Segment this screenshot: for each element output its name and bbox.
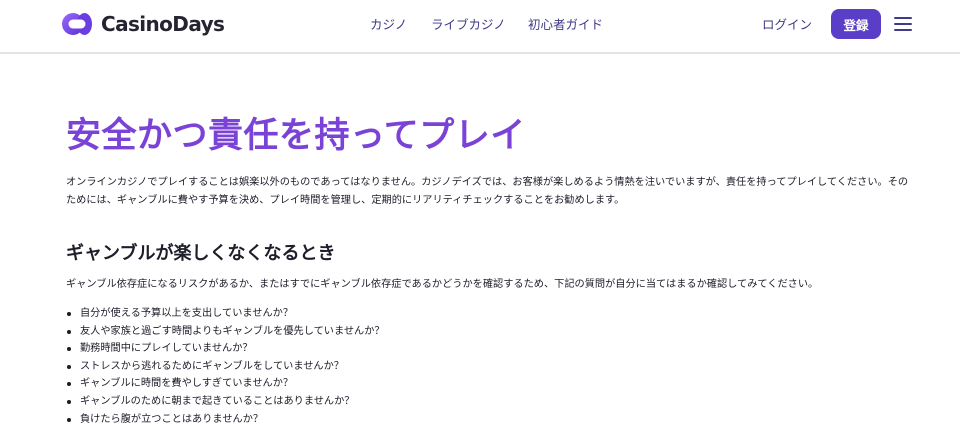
question-text: 自分が使える予算以上を支出していませんか？ <box>80 308 294 319</box>
question-text: 負けたら腹が立つことはありませんか？ <box>80 413 264 424</box>
bullet-icon <box>67 329 71 334</box>
nav-link-beginners-guide[interactable]: 初心者ガイド <box>528 16 603 34</box>
bullet-icon <box>67 347 71 352</box>
main-nav: カジノ ライブカジノ 初心者ガイド ログイン <box>0 16 960 36</box>
hamburger-menu-icon[interactable] <box>892 15 914 33</box>
register-button[interactable]: 登録 <box>831 9 881 39</box>
question-text: 友人や家族と過ごす時間よりもギャンブルを優先していませんか？ <box>80 325 385 337</box>
page-title: 安全かつ責任を持ってプレイ <box>66 116 526 156</box>
bullet-icon <box>67 417 71 422</box>
site-header: CasinoDays カジノ ライブカジノ 初心者ガイド ログイン 登録 <box>0 0 960 54</box>
bullet-icon <box>67 364 71 369</box>
bullet-icon <box>67 312 71 316</box>
question-text: 勤務時間中にプレイしていませんか？ <box>80 343 253 355</box>
menu-line <box>894 29 912 31</box>
nav-link-live-casino[interactable]: ライブカジノ <box>431 16 506 34</box>
section-intro-paragraph: ギャンブル依存症になるリスクがあるか、またはすでにギャンブル依存症であるかどうか… <box>66 279 819 290</box>
question-text: ギャンブルのために朝まで起きていることはありませんか？ <box>80 395 355 407</box>
question-list: 自分が使える予算以上を支出していませんか？ 友人や家族と過ごす時間よりもギャンブ… <box>66 305 666 424</box>
menu-line <box>894 23 912 25</box>
login-link[interactable]: ログイン <box>762 16 812 34</box>
question-item: 自分が使える予算以上を支出していませんか？ <box>66 305 666 323</box>
intro-paragraph: オンラインカジノでプレイすることは娯楽以外のものであってはなりません。カジノデイ… <box>66 177 909 206</box>
main-content: 安全かつ責任を持ってプレイ オンラインカジノでプレイすることは娯楽以外のものであ… <box>0 56 960 424</box>
nav-link-casino[interactable]: カジノ <box>370 16 407 34</box>
question-item: 友人や家族と過ごす時間よりもギャンブルを優先していませんか？ <box>66 323 666 341</box>
menu-line <box>894 17 912 19</box>
bullet-icon <box>67 399 71 404</box>
question-item: 負けたら腹が立つことはありませんか？ <box>66 411 666 424</box>
question-item: 勤務時間中にプレイしていませんか？ <box>66 340 666 358</box>
question-text: ギャンブルに時間を費やしすぎていませんか？ <box>80 378 294 390</box>
section-heading: ギャンブルが楽しくなくなるとき <box>66 243 336 264</box>
question-item: ストレスから逃れるためにギャンブルをしていませんか？ <box>66 358 666 376</box>
question-item: ギャンブルに時間を費やしすぎていませんか？ <box>66 375 666 393</box>
question-item: ギャンブルのために朝まで起きていることはありませんか？ <box>66 393 666 411</box>
question-text: ストレスから逃れるためにギャンブルをしていませんか？ <box>80 360 344 372</box>
bullet-icon <box>67 382 71 387</box>
